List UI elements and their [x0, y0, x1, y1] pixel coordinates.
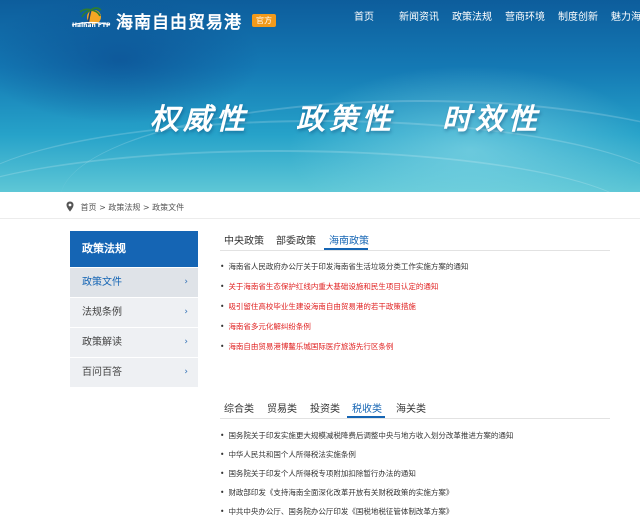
- policy-link[interactable]: 海南省人民政府办公厅关于印发海南省生活垃圾分类工作实施方案的通知: [220, 262, 468, 272]
- tab-customs[interactable]: 海关类: [396, 403, 426, 417]
- slogan-row: 权威性 政策性 时效性: [0, 96, 640, 136]
- breadcrumb-separator: >: [142, 203, 150, 212]
- tab-tax[interactable]: 税收类: [352, 403, 382, 417]
- nav-item-policy[interactable]: 政策法规: [452, 11, 492, 25]
- policy-link[interactable]: 中华人民共和国个人所得税法实施条例: [220, 450, 356, 460]
- policy-link[interactable]: 海南省多元化解纠纷条例: [220, 322, 311, 332]
- active-tab-underline: [324, 248, 368, 250]
- sidebar-item-label: 法规条例: [82, 307, 122, 318]
- tab-general[interactable]: 综合类: [224, 403, 254, 417]
- sidebar-item-regulations[interactable]: 法规条例 ›: [70, 298, 198, 327]
- breadcrumb-separator: >: [99, 203, 106, 212]
- breadcrumb-home[interactable]: 首页: [81, 203, 97, 212]
- breadcrumb: 首页 > 政策法规 > 政策文件: [66, 201, 184, 215]
- nav-item-charm-hainan[interactable]: 魅力海南: [611, 11, 640, 25]
- site-title[interactable]: 海南自由贸易港: [116, 8, 242, 33]
- breadcrumb-current: 政策文件: [152, 203, 185, 212]
- chevron-right-icon: ›: [184, 307, 188, 317]
- chevron-right-icon: ›: [184, 337, 188, 347]
- official-badge: 官方: [252, 14, 276, 27]
- policy-link[interactable]: 中共中央办公厅、国务院办公厅印发《国税地税征管体制改革方案》: [220, 507, 453, 517]
- policy-link[interactable]: 国务院关于印发个人所得税专项附加扣除暂行办法的通知: [220, 469, 416, 479]
- tax-policy-list: 国务院关于印发实施更大规模减税降费后调整中央与地方收入划分改革推进方案的通知 中…: [220, 431, 630, 522]
- top-navbar: Hainan FTP 海南自由贸易港 官方 首页 新闻资讯 政策法规 营商环境 …: [0, 0, 640, 36]
- sidebar-item-policy-docs[interactable]: 政策文件 ›: [70, 268, 198, 297]
- location-pin-icon: [66, 201, 74, 212]
- slogan-policy: 政策性: [296, 102, 396, 136]
- policy-link[interactable]: 财政部印发《支持海南全面深化改革开放有关财税政策的实施方案》: [220, 488, 453, 498]
- tab-central-policy[interactable]: 中央政策: [224, 235, 264, 249]
- sidebar: 政策法规 政策文件 › 法规条例 › 政策解读 › 百问百答 ›: [70, 231, 198, 387]
- nav-item-home[interactable]: 首页: [354, 11, 374, 25]
- tab-hainan-policy[interactable]: 海南政策: [329, 235, 369, 249]
- policy-link[interactable]: 国务院关于印发实施更大规模减税降费后调整中央与地方收入划分改革推进方案的通知: [220, 431, 513, 441]
- nav-item-news[interactable]: 新闻资讯: [399, 11, 439, 25]
- policy-link[interactable]: 关于海南省生态保护红线内重大基础设施和民生项目认定的通知: [220, 282, 438, 292]
- hainan-policy-list: 海南省人民政府办公厅关于印发海南省生活垃圾分类工作实施方案的通知 关于海南省生态…: [220, 262, 620, 358]
- category-tabs: 综合类 贸易类 投资类 税收类 海关类: [224, 403, 444, 419]
- sidebar-item-label: 百问百答: [82, 367, 122, 378]
- policy-link[interactable]: 海南自由贸易港博鳌乐城国际医疗旅游先行区条例: [220, 342, 393, 352]
- nav-item-business[interactable]: 营商环境: [505, 11, 545, 25]
- nav-item-innovation[interactable]: 制度创新: [558, 11, 598, 25]
- active-tab-underline: [347, 416, 385, 418]
- breadcrumb-policy[interactable]: 政策法规: [108, 203, 140, 212]
- slogan-authority: 权威性: [150, 102, 250, 136]
- hero-banner: Hainan FTP 海南自由贸易港 官方 首页 新闻资讯 政策法规 营商环境 …: [0, 0, 640, 192]
- sidebar-item-interpretation[interactable]: 政策解读 ›: [70, 328, 198, 357]
- sidebar-item-label: 政策文件: [82, 277, 122, 288]
- main-nav: 首页 新闻资讯 政策法规 营商环境 制度创新 魅力海南: [354, 11, 640, 25]
- sidebar-title: 政策法规: [70, 231, 198, 267]
- divider: [0, 218, 640, 219]
- tab-ministry-policy[interactable]: 部委政策: [276, 235, 316, 249]
- policy-link[interactable]: 吸引留住高校毕业生建设海南自由贸易港的若干政策措施: [220, 302, 416, 312]
- sidebar-item-label: 政策解读: [82, 337, 122, 348]
- chevron-right-icon: ›: [184, 367, 188, 377]
- chevron-right-icon: ›: [184, 277, 188, 287]
- tab-investment[interactable]: 投资类: [310, 403, 340, 417]
- logo-text: Hainan FTP: [72, 22, 111, 29]
- tab-trade[interactable]: 贸易类: [267, 403, 297, 417]
- slogan-timeliness: 时效性: [442, 102, 542, 136]
- sidebar-item-faq[interactable]: 百问百答 ›: [70, 358, 198, 387]
